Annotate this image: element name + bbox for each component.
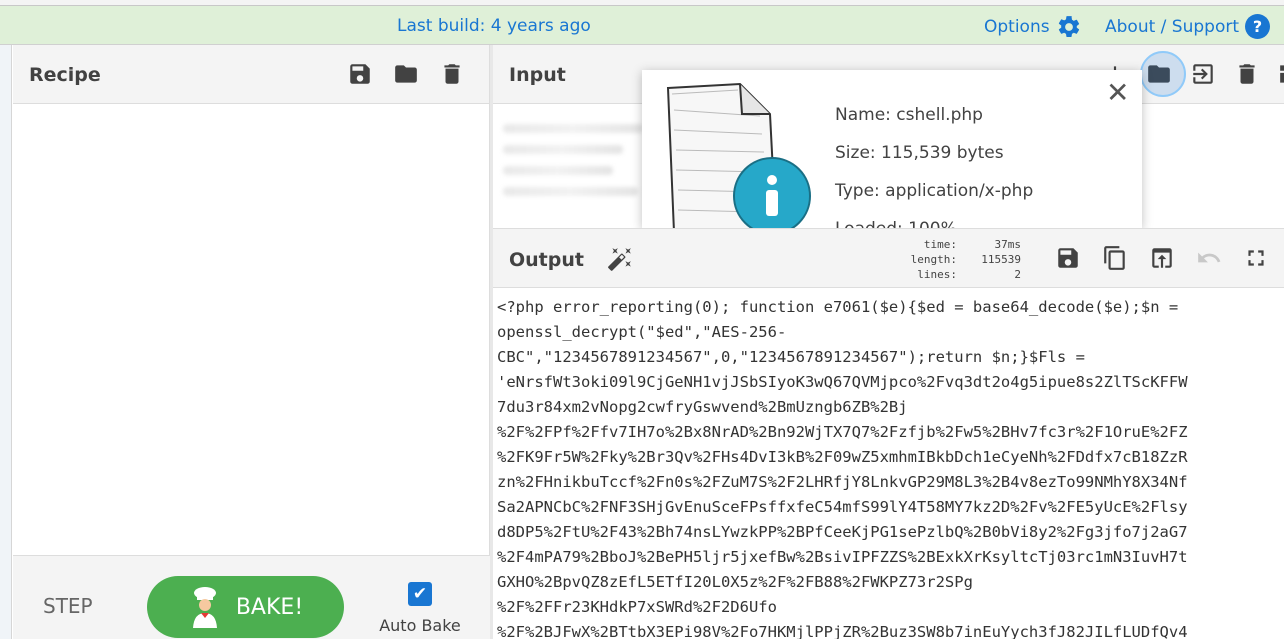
output-line: 7du3r84xm2vNopg2cwfryGswvend%2BmUzngb6ZB… bbox=[497, 398, 908, 416]
operations-panel-edge bbox=[0, 45, 12, 639]
output-line: %2F4mPA79%2BboJ%2BePH5ljr5jxefBw%2BsivIP… bbox=[497, 548, 1188, 566]
output-line: GXHO%2BpvQZ8zEfL5ETfI20L0X5z%2F%2FB88%2F… bbox=[497, 573, 973, 591]
file-type: Type: application/x-php bbox=[835, 181, 1034, 201]
recipe-title: Recipe bbox=[29, 64, 101, 86]
copy-icon[interactable] bbox=[1102, 245, 1128, 271]
options-label: Options bbox=[984, 17, 1050, 37]
output-line: d8DP5%2FtU%2F43%2Bh74nsLYwzkPP%2BPfCeeKj… bbox=[497, 523, 1188, 541]
close-popup-button[interactable]: ✕ bbox=[1106, 76, 1129, 109]
recipe-header: Recipe bbox=[13, 45, 489, 104]
undo-icon[interactable] bbox=[1196, 245, 1222, 271]
help-icon: ? bbox=[1245, 14, 1270, 39]
recipe-actions bbox=[347, 61, 465, 87]
output-line: Sa2APNCbC%2FNF3SHjGvEnuSceFPsffxfeC54mfS… bbox=[497, 498, 1188, 516]
output-line: %2F%2BJFwX%2BTtbX3EPi98V%2Fo7HKMjlPPjZR%… bbox=[497, 623, 1188, 639]
time-label: time: bbox=[923, 238, 957, 251]
file-info-icon bbox=[666, 82, 811, 228]
output-title: Output bbox=[509, 249, 584, 271]
recipe-footer: STEP BAKE! ✔ Auto Bake bbox=[13, 555, 490, 639]
trash-icon[interactable] bbox=[439, 61, 465, 87]
about-support-link[interactable]: About / Support ? bbox=[1105, 14, 1270, 39]
auto-bake-toggle[interactable]: ✔ Auto Bake bbox=[375, 582, 465, 635]
auto-bake-checkbox[interactable]: ✔ bbox=[408, 582, 432, 606]
layout-icon[interactable] bbox=[1278, 61, 1284, 87]
output-line: zn%2FHnikbuTccf%2Fn0s%2FZuM7S%2F2LHRfjY8… bbox=[497, 473, 1188, 491]
output-line: %2F%2FFr23KHdkP7xSWRd%2F2D6Ufo bbox=[497, 598, 777, 616]
output-stats: time: 37ms length: 115539 lines: 2 bbox=[901, 237, 1021, 282]
open-file-highlight bbox=[1140, 51, 1186, 97]
bake-label: BAKE! bbox=[235, 594, 304, 620]
time-value: 37ms bbox=[994, 238, 1022, 251]
file-info-popup: ✕ Name: cshell.php Size: 115,539 bytes T… bbox=[642, 70, 1142, 228]
last-build-text: Last build: 4 years ago bbox=[397, 16, 591, 36]
chef-icon bbox=[192, 587, 217, 628]
about-label: About / Support bbox=[1105, 16, 1239, 37]
auto-bake-label: Auto Bake bbox=[379, 616, 461, 635]
recipe-pane: Recipe STEP BAKE! ✔ Auto Bake bbox=[13, 45, 490, 639]
output-actions bbox=[1055, 245, 1269, 271]
replace-input-icon[interactable] bbox=[1149, 245, 1175, 271]
file-loaded: Loaded: 100% bbox=[835, 210, 1033, 228]
file-name: Name: cshell.php bbox=[835, 105, 983, 125]
top-strip bbox=[0, 0, 1284, 6]
options-link[interactable]: Options bbox=[984, 14, 1082, 40]
file-info-details: Name: cshell.php Size: 115,539 bytes Typ… bbox=[835, 96, 1033, 228]
input-title: Input bbox=[509, 64, 566, 86]
output-text[interactable]: <?php error_reporting(0); function e7061… bbox=[493, 289, 1284, 639]
gear-icon bbox=[1058, 16, 1079, 37]
output-line: %2FK9Fr5W%2Fky%2Br3Qv%2FHs4DvI3kB%2F09wZ… bbox=[497, 448, 1188, 466]
open-file-icon[interactable] bbox=[1190, 61, 1216, 87]
clear-input-icon[interactable] bbox=[1234, 61, 1260, 87]
length-value: 115539 bbox=[981, 253, 1021, 266]
output-line: %2F%2FPf%2Ffv7IH7o%2Bx8NrAD%2Bn92WjTX7Q7… bbox=[497, 423, 1188, 441]
length-label: length: bbox=[910, 253, 957, 266]
lines-value: 2 bbox=[1014, 268, 1021, 281]
save-icon[interactable] bbox=[347, 61, 373, 87]
lines-label: lines: bbox=[917, 268, 957, 281]
output-line: CBC","1234567891234567",0,"1234567891234… bbox=[497, 348, 1085, 366]
maximize-icon[interactable] bbox=[1243, 245, 1269, 271]
output-line: 'eNrsfWt3oki09l9CjGeNH1vjJSbSIyoK3wQ67QV… bbox=[497, 373, 1188, 391]
file-size: Size: 115,539 bytes bbox=[835, 143, 1004, 163]
output-pane: Output time: 37ms length: 115539 lines: 2 <… bbox=[493, 228, 1284, 639]
step-button[interactable]: STEP bbox=[43, 594, 93, 618]
output-line: <?php error_reporting(0); function e7061… bbox=[497, 298, 1179, 316]
magic-wand-icon[interactable] bbox=[607, 246, 633, 272]
output-line: openssl_decrypt("$ed","AES-256- bbox=[497, 323, 787, 341]
output-header: Output time: 37ms length: 115539 lines: 2 bbox=[493, 229, 1284, 288]
save-output-icon[interactable] bbox=[1055, 245, 1081, 271]
top-bar: Last build: 4 years ago Options About / … bbox=[0, 0, 1284, 45]
bake-button[interactable]: BAKE! bbox=[147, 576, 344, 638]
folder-icon[interactable] bbox=[393, 61, 419, 87]
